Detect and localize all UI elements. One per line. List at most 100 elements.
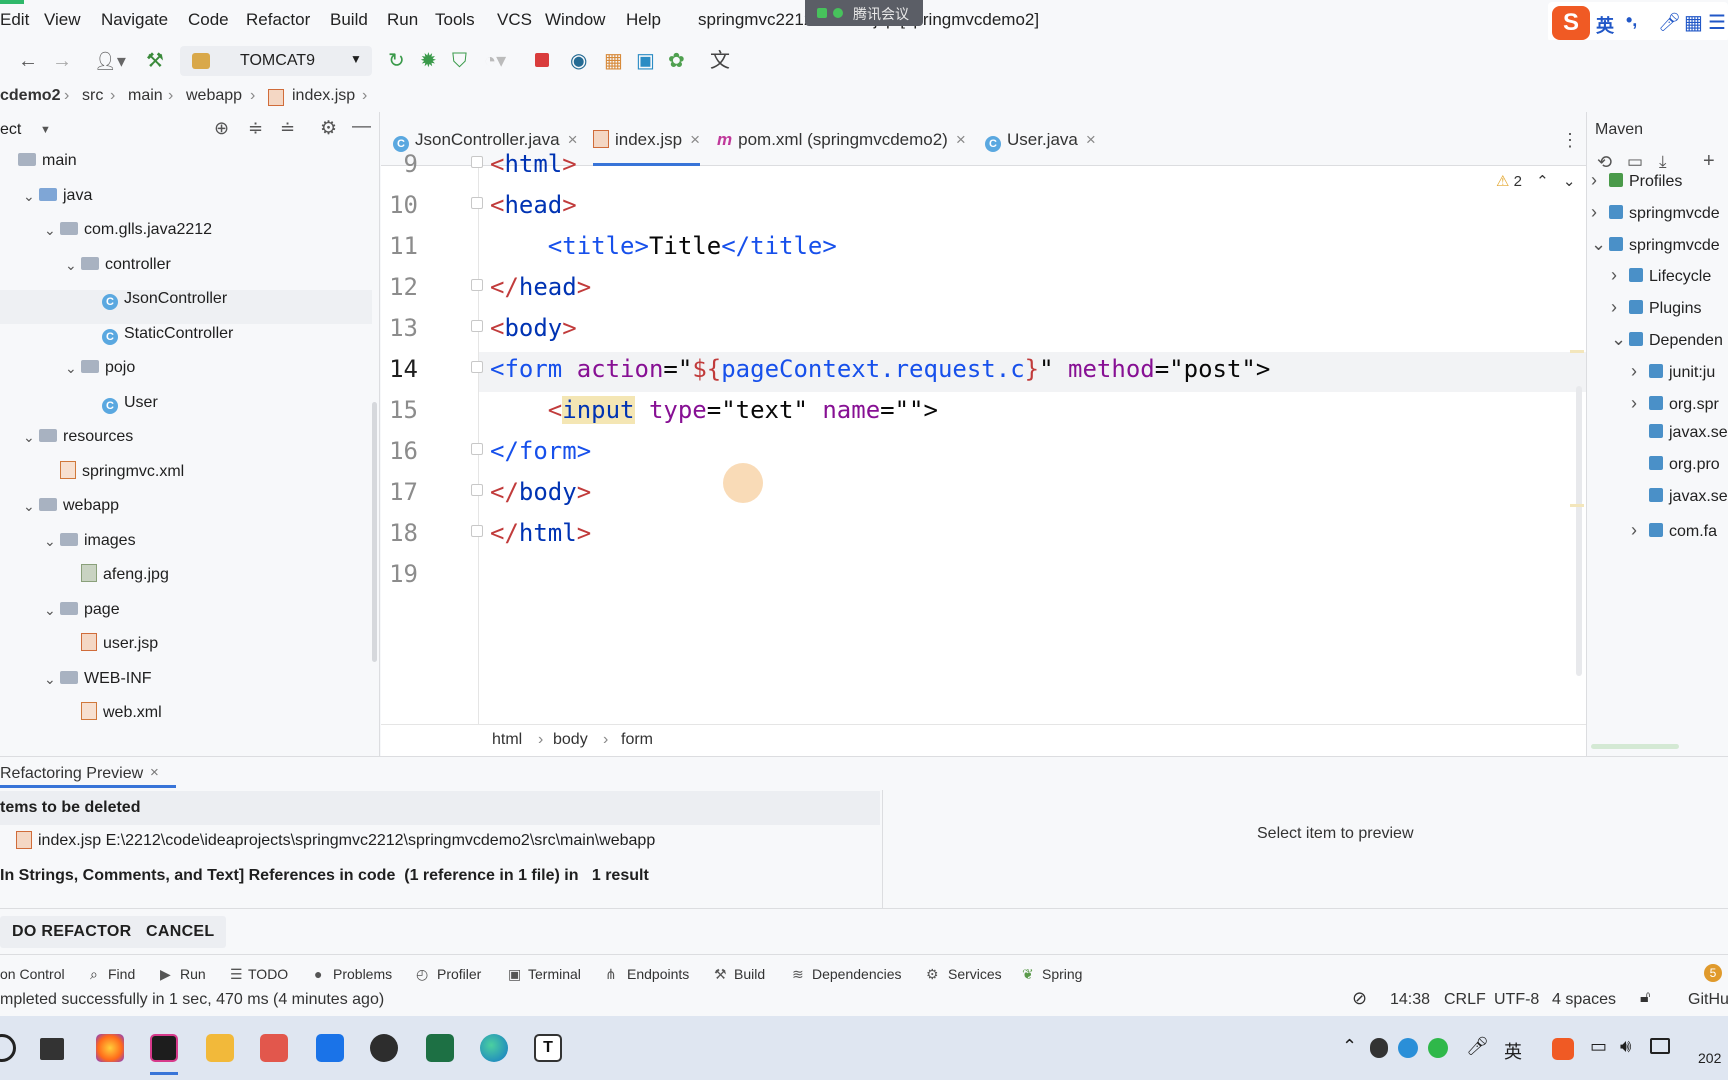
- file-encoding[interactable]: UTF-8: [1494, 991, 1539, 1009]
- menu-vcs[interactable]: VCS: [497, 10, 532, 30]
- menu-refactor[interactable]: Refactor: [246, 10, 310, 30]
- tray-chevron-icon[interactable]: ⌃: [1342, 1036, 1357, 1057]
- tool-version-control[interactable]: on Control: [0, 966, 65, 982]
- taskbar-clock[interactable]: 202: [1698, 1050, 1721, 1066]
- gear-icon[interactable]: ⚙: [320, 117, 337, 140]
- code-line[interactable]: <form action="${pageContext.request.c}" …: [490, 355, 1270, 383]
- tree-item[interactable]: pojo: [81, 351, 135, 385]
- code-line[interactable]: <head>: [490, 191, 577, 219]
- file-explorer-icon[interactable]: [206, 1034, 234, 1062]
- tree-item[interactable]: WEB-INF: [60, 662, 152, 696]
- tool-find[interactable]: Find: [108, 966, 135, 982]
- ime-toolbar[interactable]: S 英 •, 🎤︎ ▦ ☰: [1548, 2, 1728, 42]
- tree-item[interactable]: page: [60, 593, 120, 627]
- collapse-all-icon[interactable]: ≐: [280, 118, 295, 139]
- excel-icon[interactable]: [426, 1034, 454, 1062]
- menu-run[interactable]: Run: [387, 10, 418, 30]
- tray-sogou-icon[interactable]: [1552, 1038, 1574, 1060]
- lanxin-icon[interactable]: [316, 1034, 344, 1062]
- indent-setting[interactable]: 4 spaces: [1552, 991, 1616, 1009]
- tree-item[interactable]: C StaticController: [102, 317, 233, 351]
- typora-icon[interactable]: T: [534, 1034, 562, 1062]
- code-line[interactable]: </form>: [490, 437, 591, 465]
- pdf-reader-icon[interactable]: [260, 1034, 288, 1062]
- expand-chevron-icon[interactable]: ⌄: [65, 257, 77, 274]
- meeting-overlay[interactable]: 腾讯会议: [805, 0, 923, 26]
- tree-item[interactable]: images: [60, 524, 136, 558]
- back-icon[interactable]: ←: [18, 51, 38, 71]
- breadcrumb-file[interactable]: index.jsp: [292, 87, 355, 105]
- tree-item[interactable]: webapp: [39, 489, 119, 523]
- tool-problems[interactable]: Problems: [333, 966, 392, 982]
- event-log-icon[interactable]: 5: [1704, 964, 1722, 982]
- menu-code[interactable]: Code: [188, 10, 229, 30]
- fold-marker-icon[interactable]: [471, 320, 483, 332]
- maven-item[interactable]: › springmvcde: [1591, 202, 1720, 223]
- rerun-icon[interactable]: ↻: [388, 51, 405, 71]
- fold-marker-icon[interactable]: [471, 443, 483, 455]
- deleted-file-entry[interactable]: index.jsp E:\2212\code\ideaprojects\spri…: [38, 832, 655, 850]
- profile-icon[interactable]: ◔▾: [484, 51, 506, 71]
- tree-item[interactable]: java: [39, 179, 92, 213]
- tool-profiler[interactable]: Profiler: [437, 966, 481, 982]
- maven-item[interactable]: › org.spr: [1631, 393, 1719, 414]
- close-icon[interactable]: ×: [150, 764, 159, 781]
- ime-menu-icon[interactable]: ☰: [1708, 10, 1726, 35]
- references-summary[interactable]: In Strings, Comments, and Text] Referenc…: [0, 867, 649, 885]
- editor-breadcrumb-html[interactable]: html: [492, 731, 522, 749]
- chevron-down-icon[interactable]: ⌄: [1591, 234, 1609, 255]
- chevron-down-icon[interactable]: ▼: [40, 124, 51, 136]
- code-line[interactable]: </head>: [490, 273, 591, 301]
- sdk-icon[interactable]: ▣: [636, 51, 655, 71]
- tool-dependencies[interactable]: Dependencies: [812, 966, 902, 982]
- breadcrumb-webapp[interactable]: webapp: [186, 87, 242, 105]
- project-structure-icon[interactable]: ▦: [604, 51, 623, 71]
- camera-app-icon[interactable]: [370, 1034, 398, 1062]
- add-project-icon[interactable]: ▭: [1627, 152, 1643, 172]
- tray-volume-icon[interactable]: 🔊︎: [1620, 1036, 1631, 1057]
- intellij-icon[interactable]: [150, 1034, 178, 1062]
- expand-chevron-icon[interactable]: ⌄: [23, 429, 35, 446]
- breadcrumb-src[interactable]: src: [82, 87, 103, 105]
- cancel-button[interactable]: CANCEL: [134, 916, 227, 948]
- maven-item[interactable]: › Profiles: [1591, 170, 1682, 191]
- code-line[interactable]: <input type="text" name="">: [490, 396, 938, 424]
- tool-services[interactable]: Services: [948, 966, 1002, 982]
- tray-qq-icon[interactable]: [1370, 1038, 1388, 1058]
- tool-build[interactable]: Build: [734, 966, 765, 982]
- editor-breadcrumb-body[interactable]: body: [553, 731, 588, 749]
- expand-chevron-icon[interactable]: ⌄: [44, 602, 56, 619]
- chevron-down-icon[interactable]: ⌄: [1611, 329, 1629, 350]
- code-line[interactable]: </html>: [490, 519, 591, 547]
- tree-item[interactable]: com.glls.java2212: [60, 213, 212, 247]
- tree-item[interactable]: C User: [102, 386, 158, 420]
- fold-marker-icon[interactable]: [471, 361, 483, 373]
- ime-punct[interactable]: •,: [1626, 10, 1637, 31]
- chevron-right-icon[interactable]: ›: [1611, 297, 1629, 318]
- add-icon[interactable]: +: [1703, 150, 1715, 173]
- microphone-icon[interactable]: 🎤︎: [1658, 12, 1681, 33]
- tab-2[interactable]: m pom.xml (springmvcdemo2) ×: [717, 130, 966, 166]
- tray-ime-label[interactable]: 英: [1504, 1038, 1522, 1064]
- close-icon[interactable]: ×: [956, 130, 966, 149]
- maven-item[interactable]: javax.se: [1631, 424, 1728, 442]
- expand-chevron-icon[interactable]: ⌄: [44, 533, 56, 550]
- chevron-right-icon[interactable]: ›: [1611, 265, 1629, 286]
- caret-position[interactable]: 14:38: [1390, 991, 1430, 1009]
- tool-todo[interactable]: TODO: [248, 966, 288, 982]
- ime-language[interactable]: 英: [1596, 12, 1614, 38]
- previous-highlight-icon[interactable]: ⌃: [1536, 173, 1549, 190]
- tray-app-icon[interactable]: [1398, 1038, 1418, 1058]
- code-line[interactable]: </body>: [490, 478, 591, 506]
- tray-360-icon[interactable]: [1428, 1038, 1448, 1058]
- tree-item[interactable]: afeng.jpg: [81, 558, 169, 592]
- vcs-user-icon[interactable]: 👤︎▾: [94, 51, 126, 71]
- maven-item[interactable]: › Plugins: [1611, 297, 1701, 318]
- tree-item[interactable]: main: [18, 144, 77, 178]
- tool-terminal[interactable]: Terminal: [528, 966, 581, 982]
- keyboard-icon[interactable]: ▦: [1684, 10, 1703, 35]
- stop-icon[interactable]: [535, 53, 549, 67]
- translate-icon[interactable]: 文: [710, 51, 730, 71]
- maven-item[interactable]: org.pro: [1631, 456, 1720, 474]
- download-icon[interactable]: ⤓: [1659, 152, 1667, 172]
